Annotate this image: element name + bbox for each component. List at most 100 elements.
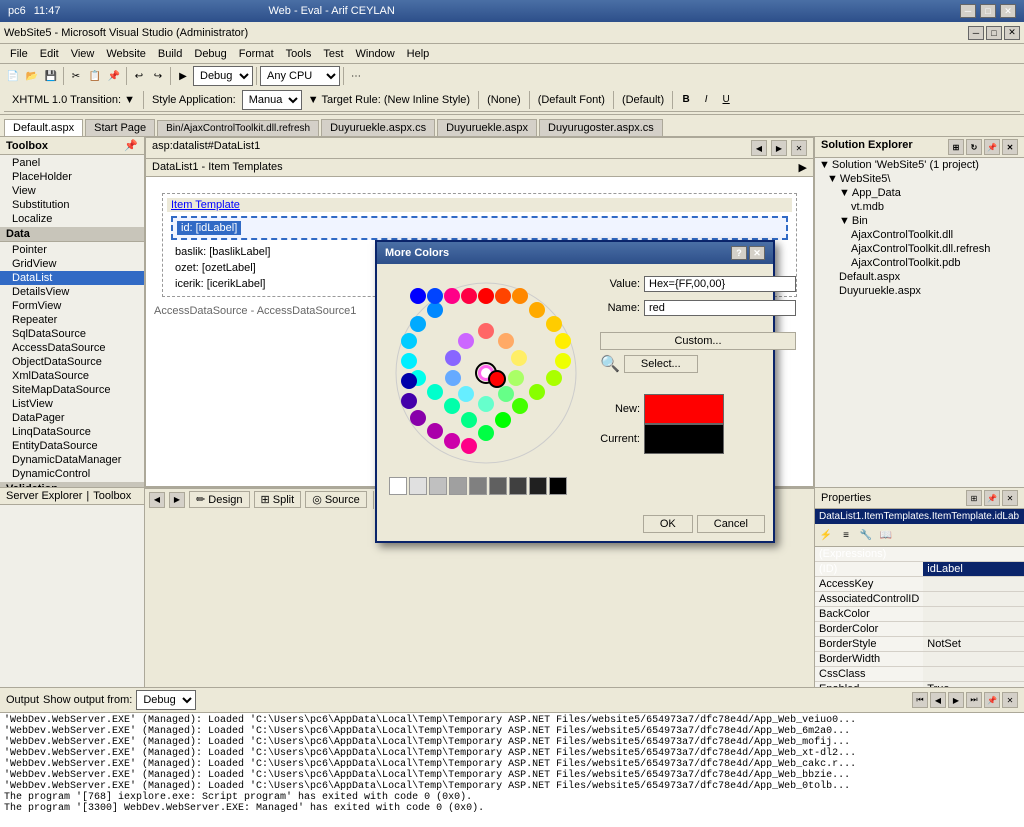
menu-edit[interactable]: Edit — [34, 46, 65, 62]
toolbox-entitydatasource-item[interactable]: EntityDataSource — [0, 439, 144, 453]
toolbox-placeholder-item[interactable]: PlaceHolder — [0, 170, 144, 184]
body-tag[interactable]: <body> — [431, 492, 482, 508]
cpu-dropdown[interactable]: Any CPU — [260, 66, 340, 86]
tab-default-aspx[interactable]: Default.aspx — [4, 119, 83, 136]
prop-borderwidth-value[interactable] — [923, 652, 1024, 667]
bold-icon[interactable]: B — [677, 91, 695, 109]
prop-pin[interactable]: 📌 — [984, 490, 1000, 506]
div-tag[interactable]: <div> — [573, 492, 614, 508]
form-tag[interactable]: <form#form1> — [486, 492, 569, 508]
open-icon[interactable]: 📂 — [23, 67, 41, 85]
paste-icon[interactable]: 📌 — [105, 67, 123, 85]
menu-help[interactable]: Help — [401, 46, 436, 62]
bin-item[interactable]: ▼ Bin — [815, 214, 1024, 228]
cut-icon[interactable]: ✂ — [67, 67, 85, 85]
nav-next[interactable]: ▶ — [169, 492, 185, 508]
tab-ajax-dll[interactable]: Bin/AjaxControlToolkit.dll.refresh — [157, 120, 319, 136]
prop-cssclass-row[interactable]: CssClass — [815, 667, 1024, 682]
save-icon[interactable]: 💾 — [42, 67, 60, 85]
toolbox-xmldatasource-item[interactable]: XmlDataSource — [0, 369, 144, 383]
new-icon[interactable]: 📄 — [4, 67, 22, 85]
bottom-server-tab[interactable]: Server Explorer | Toolbox — [0, 488, 144, 505]
prop-enabled-row[interactable]: Enabled True — [815, 682, 1024, 688]
vs-close[interactable]: ✕ — [1004, 26, 1020, 40]
prop-enabled-value[interactable]: True — [923, 682, 1024, 688]
start-icon[interactable]: ▶ — [174, 67, 192, 85]
tab-duyuruekle[interactable]: Duyuruekle.aspx — [437, 119, 537, 136]
output-btn3[interactable]: ▶ — [948, 692, 964, 708]
toolbox-sitemapdatasource-item[interactable]: SiteMapDataSource — [0, 383, 144, 397]
html-tag[interactable]: <html> — [380, 492, 428, 508]
toolbox-gridview-item[interactable]: GridView — [0, 257, 144, 271]
solution-root[interactable]: ▼ Solution 'WebSite5' (1 project) — [815, 158, 1024, 172]
output-btn4[interactable]: ⏭ — [966, 692, 982, 708]
menu-view[interactable]: View — [65, 46, 101, 62]
toolbox-formview-item[interactable]: FormView — [0, 299, 144, 313]
split-btn[interactable]: ⊞ Split — [254, 491, 302, 508]
toolbox-pin[interactable]: 📌 — [124, 139, 138, 152]
editor-scroll-left[interactable]: ◀ — [751, 140, 767, 156]
toolbox-repeater-item[interactable]: Repeater — [0, 313, 144, 327]
toolbox-bottom-tab[interactable]: Toolbox — [93, 490, 131, 502]
prop-borderstyle-value[interactable]: NotSet — [923, 637, 1024, 652]
prop-btn1[interactable]: ⊞ — [966, 490, 982, 506]
se-pin[interactable]: 📌 — [984, 139, 1000, 155]
output-source-dropdown[interactable]: Debug — [136, 690, 196, 710]
menu-build[interactable]: Build — [152, 46, 188, 62]
style-dropdown[interactable]: Manual — [242, 90, 302, 110]
website5-item[interactable]: ▼ WebSite5\ — [815, 172, 1024, 186]
prop-bordercolor-row[interactable]: BorderColor — [815, 622, 1024, 637]
toolbox-dynamiccontrol-item[interactable]: DynamicControl — [0, 467, 144, 481]
close-button[interactable]: ✕ — [1000, 4, 1016, 18]
toolbox-objectdatasource-item[interactable]: ObjectDataSource — [0, 355, 144, 369]
toolbox-listview-item[interactable]: ListView — [0, 397, 144, 411]
minimize-button[interactable]: ─ — [960, 4, 976, 18]
prop-backcolor-row[interactable]: BackColor — [815, 607, 1024, 622]
toolbox-linqdatasource-item[interactable]: LinqDataSource — [0, 425, 144, 439]
toolbox-pointer-item[interactable]: Pointer — [0, 243, 144, 257]
prop-icon4[interactable]: 📖 — [877, 526, 895, 544]
toolbox-substitution-item[interactable]: Substitution — [0, 198, 144, 212]
prop-icon3[interactable]: 🔧 — [857, 526, 875, 544]
redo-icon[interactable]: ↪ — [149, 67, 167, 85]
menu-format[interactable]: Format — [233, 46, 280, 62]
prop-accesskey-value[interactable] — [923, 577, 1024, 592]
source-btn[interactable]: ◎ Source — [305, 491, 367, 508]
copy-icon[interactable]: 📋 — [86, 67, 104, 85]
default-aspx-item[interactable]: Default.aspx — [815, 270, 1024, 284]
output-pin[interactable]: 📌 — [984, 692, 1000, 708]
menu-tools[interactable]: Tools — [280, 46, 318, 62]
toolbox-datapager-item[interactable]: DataPager — [0, 411, 144, 425]
undo-icon[interactable]: ↩ — [130, 67, 148, 85]
prop-id-value[interactable]: idLabel — [923, 562, 1024, 577]
app-data-item[interactable]: ▼ App_Data — [815, 186, 1024, 200]
toolbox-detailsview-item[interactable]: DetailsView — [0, 285, 144, 299]
ozet-template-item[interactable]: ozet: [ozetLabel] — [167, 260, 792, 276]
menu-window[interactable]: Window — [350, 46, 401, 62]
toolbox-dynamicdatamanager-item[interactable]: DynamicDataManager — [0, 453, 144, 467]
ajax-dll-item[interactable]: AjaxControlToolkit.dll — [815, 228, 1024, 242]
output-btn1[interactable]: ⏮ — [912, 692, 928, 708]
toolbox-datalist-item[interactable]: DataList — [0, 271, 144, 285]
menu-debug[interactable]: Debug — [188, 46, 232, 62]
prop-bordercolor-value[interactable] — [923, 622, 1024, 637]
prop-borderwidth-row[interactable]: BorderWidth — [815, 652, 1024, 667]
prop-accesskey-row[interactable]: AccessKey — [815, 577, 1024, 592]
se-btn2[interactable]: ↻ — [966, 139, 982, 155]
vs-minimize[interactable]: ─ — [968, 26, 984, 40]
se-close[interactable]: ✕ — [1002, 139, 1018, 155]
toolbox-localize-item[interactable]: Localize — [0, 212, 144, 226]
menu-test[interactable]: Test — [317, 46, 349, 62]
prop-assoccontrol-row[interactable]: AssociatedControlID — [815, 592, 1024, 607]
toolbar-more[interactable]: ⋯ — [347, 67, 365, 85]
prop-id-row[interactable]: (ID) idLabel — [815, 562, 1024, 577]
prop-close[interactable]: ✕ — [1002, 490, 1018, 506]
prop-assoccontrol-value[interactable] — [923, 592, 1024, 607]
tab-duyuruekle-cs[interactable]: Duyuruekle.aspx.cs — [321, 119, 435, 136]
toolbox-data-section-header[interactable]: Data — [0, 227, 144, 242]
toolbox-accessdatasource-item[interactable]: AccessDataSource — [0, 341, 144, 355]
baslik-template-item[interactable]: baslik: [baslikLabel] — [167, 244, 792, 260]
toolbox-sqldatasource-item[interactable]: SqlDataSource — [0, 327, 144, 341]
menu-file[interactable]: File — [4, 46, 34, 62]
template-expand-icon[interactable]: ▶ — [799, 161, 807, 174]
